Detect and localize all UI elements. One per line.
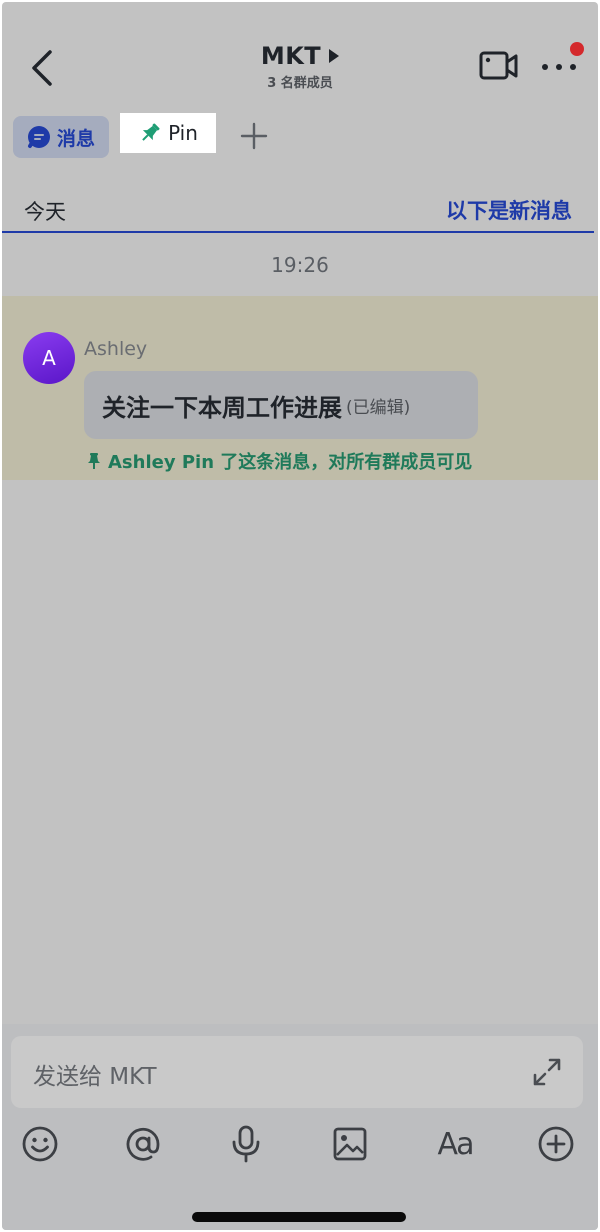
video-camera-icon xyxy=(479,51,518,80)
plus-circle-icon xyxy=(538,1126,574,1162)
message-timestamp: 19:26 xyxy=(271,253,329,277)
tab-pin-label: Pin xyxy=(168,121,198,145)
more-tools-button[interactable] xyxy=(534,1122,578,1166)
pushpin-icon xyxy=(88,453,100,469)
emoji-button[interactable] xyxy=(18,1122,62,1166)
home-indicator xyxy=(192,1212,406,1222)
pin-notice: Ashley Pin 了这条消息，对所有群成员可见 xyxy=(86,448,472,474)
sender-name: Ashley xyxy=(84,338,148,360)
chat-title[interactable]: MKT xyxy=(260,42,340,70)
at-sign-icon xyxy=(126,1127,160,1161)
new-messages-divider xyxy=(2,231,594,233)
pin-notice-text: Ashley Pin 了这条消息，对所有群成员可见 xyxy=(108,452,473,473)
pin-icon xyxy=(142,123,160,141)
edited-label: (已编辑) xyxy=(346,397,411,418)
new-messages-marker[interactable]: 以下是新消息 xyxy=(446,195,572,225)
plus-icon xyxy=(240,122,268,150)
avatar[interactable]: A xyxy=(23,332,75,384)
smiley-icon xyxy=(22,1126,58,1162)
add-tab-button[interactable] xyxy=(238,120,270,152)
voice-button[interactable] xyxy=(224,1122,268,1166)
message-input[interactable]: 发送给 MKT xyxy=(11,1036,583,1108)
mention-button[interactable] xyxy=(121,1122,165,1166)
expand-arrows-icon xyxy=(533,1058,561,1086)
font-format-icon: Aa xyxy=(437,1126,475,1162)
message-input-placeholder: 发送给 MKT xyxy=(33,1064,157,1090)
microphone-icon xyxy=(232,1125,260,1163)
chat-screen: MKT 3 名群成员 消息 Pin 今天 以下是新消息 19:26 A Ashl… xyxy=(2,2,598,1230)
tab-messages-label: 消息 xyxy=(56,127,95,150)
date-label: 今天 xyxy=(24,200,66,224)
message-bubble[interactable]: 关注一下本周工作进展 (已编辑) xyxy=(84,371,478,439)
tab-pin[interactable]: Pin xyxy=(120,113,216,153)
message-text: 关注一下本周工作进展 xyxy=(102,393,342,422)
text-format-button[interactable]: Aa xyxy=(430,1122,480,1166)
more-options-button[interactable] xyxy=(540,50,578,84)
expand-input-button[interactable] xyxy=(531,1056,563,1088)
video-call-button[interactable] xyxy=(478,48,520,84)
more-dots-icon xyxy=(542,64,576,70)
tab-messages[interactable]: 消息 xyxy=(13,116,109,158)
caret-right-icon xyxy=(329,49,340,63)
image-icon xyxy=(333,1127,367,1161)
image-button[interactable] xyxy=(328,1122,372,1166)
chat-bubble-icon xyxy=(27,126,50,148)
chat-title-text: MKT xyxy=(260,42,322,70)
notification-badge xyxy=(570,42,584,56)
